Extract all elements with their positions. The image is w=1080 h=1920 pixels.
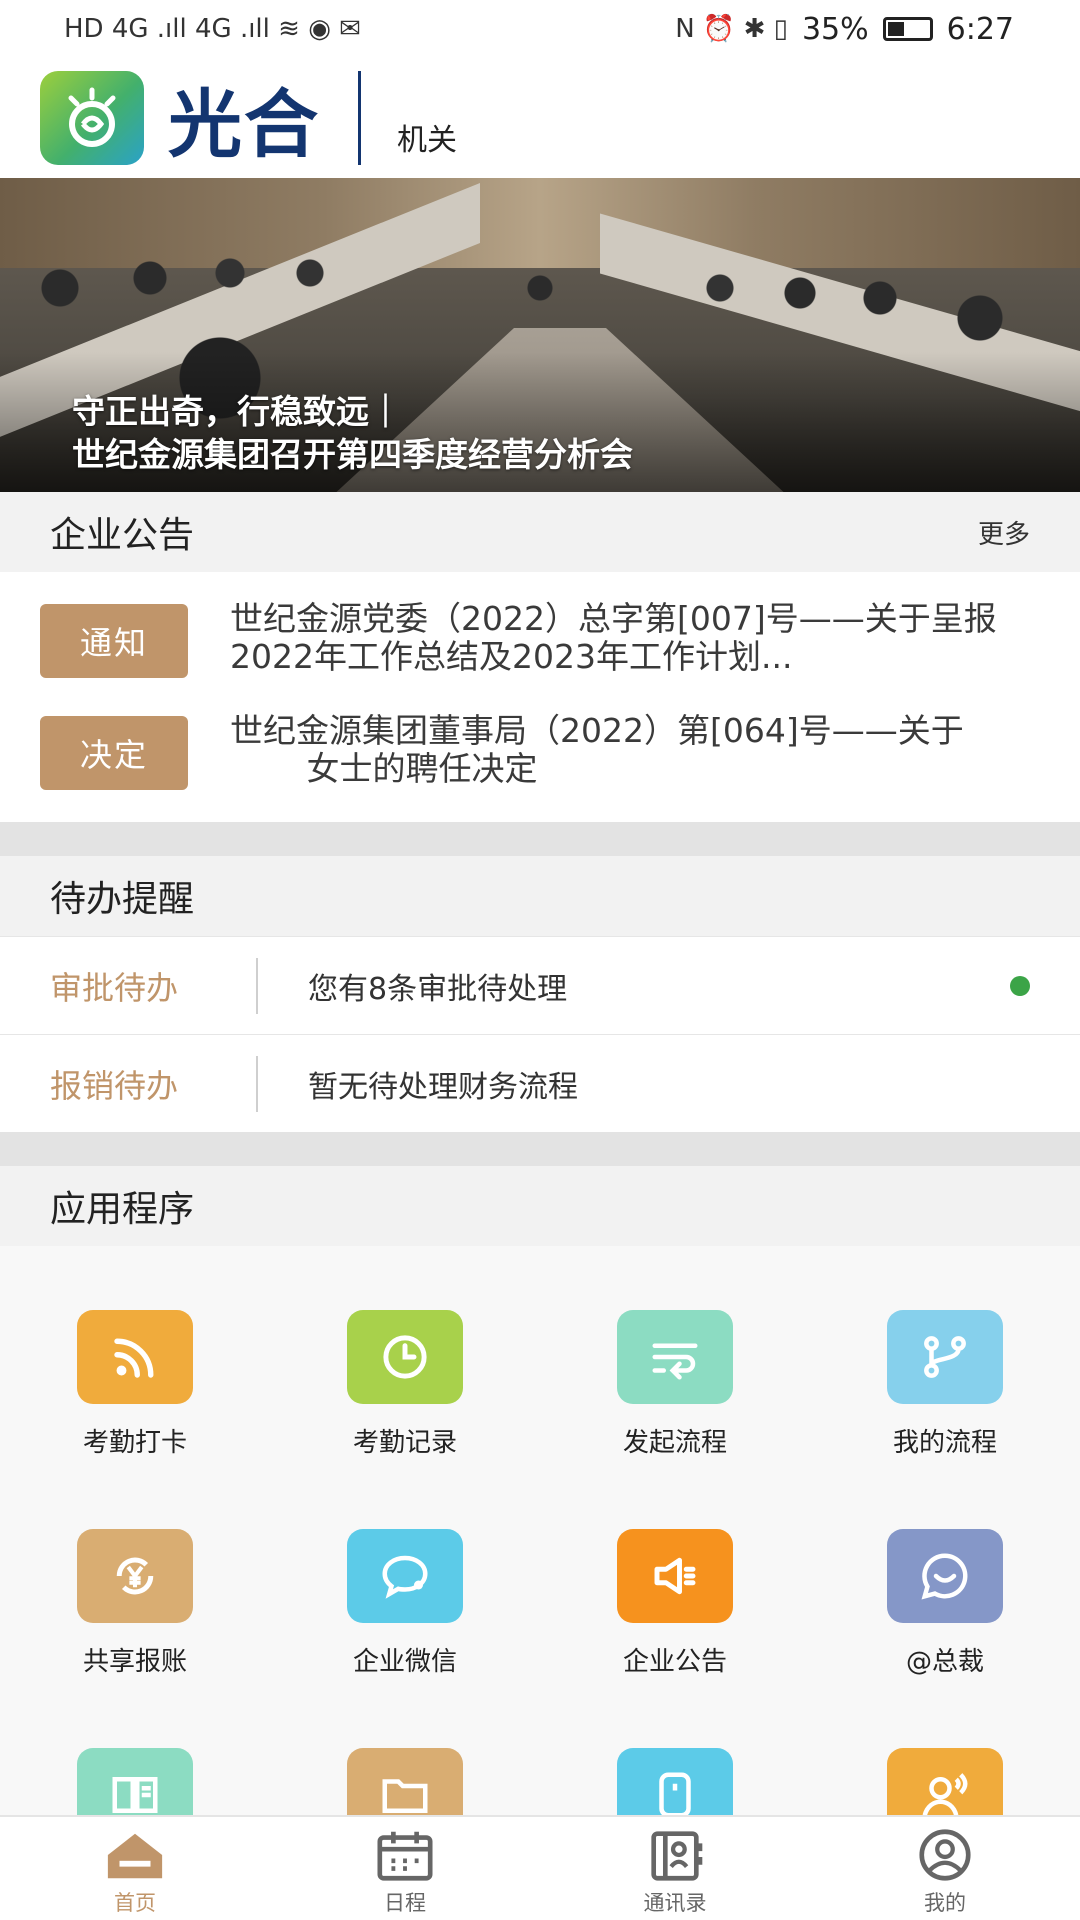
rss-icon (77, 1310, 193, 1404)
app-logo-text: 光合 (168, 81, 320, 168)
app-wecom[interactable]: 企业微信 (270, 1529, 540, 1678)
yen-refresh-icon (77, 1529, 193, 1623)
todo-row-reimbursement[interactable]: 报销待办 暂无待处理财务流程 (0, 1034, 1080, 1132)
app-label: 考勤打卡 (82, 1428, 187, 1458)
bottom-tab-bar: 首页 日程 通讯录 我的 (0, 1815, 1080, 1920)
announcement-text: 世纪金源党委（2022）总字第[007]号——关于呈报2022年工作总结及202… (230, 599, 997, 676)
clock-icon (347, 1310, 463, 1404)
todo-header: 待办提醒 (0, 856, 1080, 936)
tab-contacts[interactable]: 通讯录 (540, 1817, 810, 1920)
profile-icon (919, 1829, 971, 1881)
todo-title: 待办提醒 (50, 879, 195, 920)
app-label: 共享报账 (82, 1647, 187, 1677)
todo-label: 审批待办 (50, 968, 179, 1007)
branch-icon (887, 1310, 1003, 1404)
app-label: 企业公告 (622, 1647, 727, 1677)
announcement-item[interactable]: 决定 世纪金源集团董事局（2022）第[064]号——关于 女士的聘任决定 (0, 712, 1080, 790)
app-grid-container: 考勤打卡 考勤记录 发起流程 我的流程 共享报账 企业微信 企业公告 @总裁 (0, 1246, 1080, 1840)
announcement-list: 通知 世纪金源党委（2022）总字第[007]号——关于呈报2022年工作总结及… (0, 572, 1080, 822)
app-label: 发起流程 (622, 1428, 727, 1458)
megaphone-icon (617, 1529, 733, 1623)
signal-icons: HD 4G .ıll 4G .ıll ≋ ◉ ✉ (64, 14, 361, 44)
system-icons: N ⏰ ✱ ▯ (675, 14, 788, 44)
app-my-process[interactable]: 我的流程 (810, 1310, 1080, 1459)
app-header: 光合 机关 (0, 58, 1080, 178)
home-icon (107, 1833, 163, 1879)
app-grid: 考勤打卡 考勤记录 发起流程 我的流程 共享报账 企业微信 企业公告 @总裁 (0, 1310, 1080, 1840)
tab-label: 日程 (384, 1891, 426, 1915)
announcement-tag: 通知 (40, 604, 188, 678)
org-name[interactable]: 机关 (397, 115, 457, 159)
todo-row-approval[interactable]: 审批待办 您有8条审批待处理 (0, 936, 1080, 1034)
flow-icon (617, 1310, 733, 1404)
announcement-item[interactable]: 通知 世纪金源党委（2022）总字第[007]号——关于呈报2022年工作总结及… (0, 600, 1080, 678)
more-link[interactable]: 更多 (978, 514, 1030, 551)
message-icon (887, 1529, 1003, 1623)
app-label: 我的流程 (892, 1428, 997, 1458)
app-attendance-checkin[interactable]: 考勤打卡 (0, 1310, 270, 1459)
app-start-process[interactable]: 发起流程 (540, 1310, 810, 1459)
status-bar: HD 4G .ıll 4G .ıll ≋ ◉ ✉ N ⏰ ✱ ▯ 35% 6:2… (0, 0, 1080, 58)
clock-time: 6:27 (946, 11, 1014, 47)
app-label: 考勤记录 (352, 1428, 457, 1458)
section-gap (0, 822, 1080, 856)
app-announcements[interactable]: 企业公告 (540, 1529, 810, 1678)
calendar-icon (377, 1831, 433, 1881)
announcement-text: 世纪金源集团董事局（2022）第[064]号——关于 女士的聘任决定 (230, 711, 964, 788)
battery-percent: 35% (801, 11, 869, 47)
apps-header: 应用程序 (0, 1166, 1080, 1246)
todo-text: 暂无待处理财务流程 (308, 1069, 578, 1105)
battery-icon (882, 17, 933, 41)
apps-title: 应用程序 (50, 1189, 195, 1230)
announcements-title: 企业公告 (50, 515, 195, 556)
news-banner[interactable]: 守正出奇，行稳致远｜ 世纪金源集团召开第四季度经营分析会 (0, 178, 1080, 492)
tab-label: 通讯录 (643, 1891, 707, 1915)
tab-home[interactable]: 首页 (0, 1817, 270, 1920)
announcements-header: 企业公告 更多 (0, 492, 1080, 572)
section-gap (0, 1132, 1080, 1166)
app-ceo[interactable]: @总裁 (810, 1529, 1080, 1678)
todo-label: 报销待办 (50, 1066, 179, 1105)
todo-text: 您有8条审批待处理 (308, 971, 568, 1007)
app-shared-reimbursement[interactable]: 共享报账 (0, 1529, 270, 1678)
tab-mine[interactable]: 我的 (810, 1817, 1080, 1920)
tab-label: 首页 (114, 1891, 156, 1915)
header-divider (358, 71, 361, 165)
chat-icon (347, 1529, 463, 1623)
app-label: @总裁 (905, 1647, 984, 1677)
tab-label: 我的 (924, 1891, 966, 1915)
tab-schedule[interactable]: 日程 (270, 1817, 540, 1920)
app-label: 企业微信 (352, 1647, 457, 1677)
app-attendance-record[interactable]: 考勤记录 (270, 1310, 540, 1459)
contacts-icon (651, 1831, 703, 1881)
banner-title: 守正出奇，行稳致远｜ 世纪金源集团召开第四季度经营分析会 (72, 392, 633, 474)
unread-dot-icon (1010, 975, 1030, 996)
announcement-tag: 决定 (40, 716, 188, 790)
app-logo-icon (40, 71, 144, 165)
